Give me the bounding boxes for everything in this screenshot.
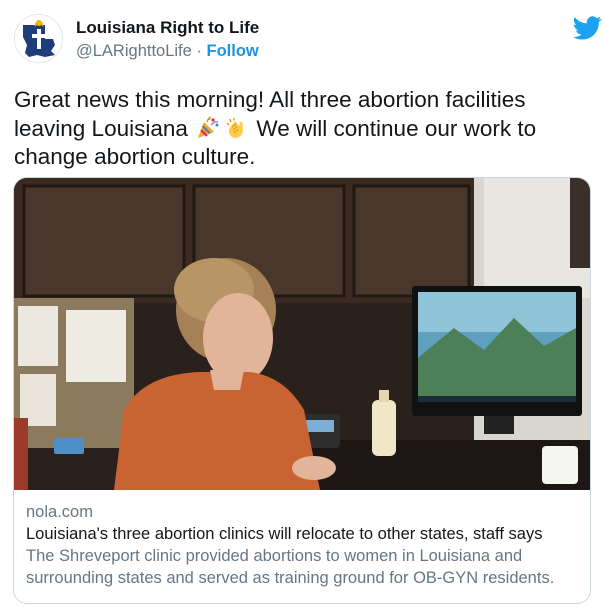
- card-title[interactable]: Louisiana's three abortion clinics will …: [26, 523, 586, 545]
- tweet-text: Great news this morning! All three abort…: [14, 86, 599, 172]
- louisiana-state-logo-icon: [15, 15, 62, 62]
- clapping-hands-icon: [226, 117, 244, 138]
- avatar[interactable]: [14, 14, 63, 63]
- twitter-bird-icon[interactable]: [573, 16, 602, 40]
- follow-button[interactable]: Follow: [207, 42, 259, 60]
- link-card[interactable]: nola.com Louisiana's three abortion clin…: [13, 177, 591, 604]
- author-handle-line: @LARighttoLife · Follow: [76, 42, 259, 61]
- card-domain: nola.com: [26, 503, 93, 521]
- article-photo: [14, 178, 590, 490]
- separator: ·: [191, 42, 207, 60]
- author-handle[interactable]: @LARighttoLife: [76, 42, 192, 60]
- card-meta: nola.com Louisiana's three abortion clin…: [26, 501, 586, 589]
- party-popper-icon: [198, 115, 219, 138]
- card-description: The Shreveport clinic provided abortions…: [26, 547, 555, 587]
- author-name[interactable]: Louisiana Right to Life: [76, 18, 259, 38]
